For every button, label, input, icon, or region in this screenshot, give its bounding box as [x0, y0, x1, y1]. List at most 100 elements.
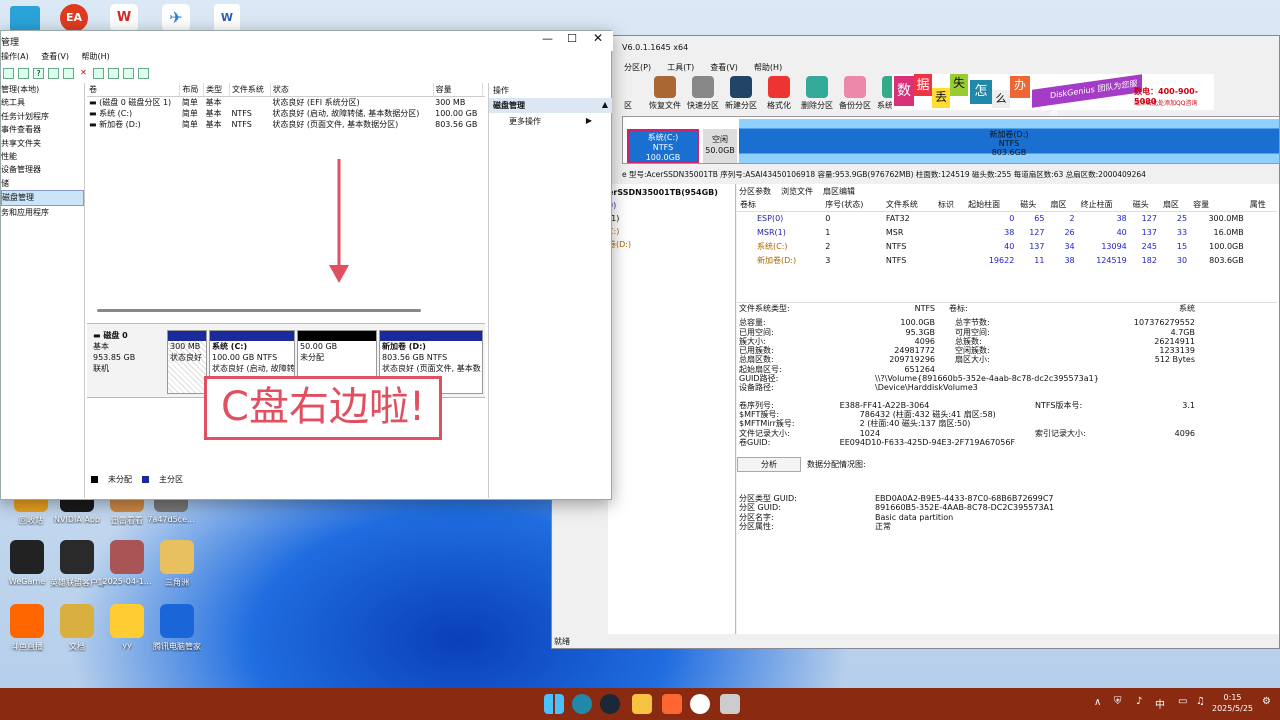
- maximize-icon[interactable]: ☐: [567, 32, 577, 45]
- folder-icon[interactable]: [3, 68, 14, 79]
- check-icon[interactable]: [93, 68, 104, 79]
- start-icon[interactable]: [544, 694, 564, 714]
- column-header[interactable]: 磁头: [1017, 198, 1048, 212]
- desktop-icon[interactable]: 2025-04-1...: [100, 540, 154, 586]
- table-row[interactable]: ESP(0) 0 FAT32 0 65 2 38 127 25 300.0MB: [737, 212, 1277, 227]
- column-header[interactable]: 可用: [482, 83, 485, 97]
- network-icon[interactable]: ▭: [1178, 696, 1187, 707]
- column-header[interactable]: 卷标: [737, 198, 823, 212]
- dg-tool-button[interactable]: 备份分区: [836, 76, 874, 111]
- wps-icon[interactable]: W: [110, 4, 138, 32]
- ime-indicator[interactable]: 中: [1155, 696, 1165, 711]
- column-header[interactable]: 扇区: [1047, 198, 1078, 212]
- dm-menu-help[interactable]: 帮助(H): [82, 52, 110, 61]
- volume-icon[interactable]: ♫: [1196, 696, 1205, 707]
- column-header[interactable]: 终止柱面: [1077, 198, 1130, 212]
- partition-efi[interactable]: 300 MB 状态良好: [167, 330, 207, 394]
- properties-icon[interactable]: [138, 68, 149, 79]
- dg-tree-item[interactable]: (1): [608, 212, 735, 225]
- mic-icon[interactable]: ♪: [1136, 696, 1142, 707]
- diskgenius-task-icon[interactable]: [720, 694, 740, 714]
- dg-tree-item[interactable]: 0): [608, 199, 735, 212]
- column-header[interactable]: 类型: [203, 83, 230, 97]
- column-header[interactable]: 起始柱面: [965, 198, 1018, 212]
- refresh-icon[interactable]: [123, 68, 134, 79]
- tree-item[interactable]: 共享文件夹: [1, 137, 84, 150]
- tab-sector-edit[interactable]: 扇区编辑: [823, 186, 855, 198]
- help-icon[interactable]: ?: [33, 68, 44, 79]
- bird-icon[interactable]: ✈: [162, 4, 190, 32]
- dg-tool-button[interactable]: 格式化: [760, 76, 798, 111]
- dg-map-part-c[interactable]: 系统(C:) NTFS 100.0GB: [627, 129, 699, 163]
- tree-item[interactable]: 磁盘管理: [1, 190, 84, 206]
- dg-tree-disk[interactable]: erSSDN35001TB(954GB): [608, 186, 735, 199]
- close-icon[interactable]: ✕: [593, 31, 603, 45]
- tree-item[interactable]: 事件查看器: [1, 123, 84, 136]
- tray-chevron-icon[interactable]: ∧: [1094, 697, 1101, 708]
- tree-item[interactable]: 性能: [1, 150, 84, 163]
- desktop-icon[interactable]: 英雄联盟客户端: [50, 540, 104, 588]
- desktop-icon-1[interactable]: [10, 6, 40, 32]
- disk0-label[interactable]: ▬ 磁盘 0 基本 953.85 GB 联机: [93, 330, 163, 374]
- notification-icon[interactable]: ⚙: [1262, 696, 1271, 707]
- table-row[interactable]: ▬ 新加卷 (D:) 简单 基本 NTFS 状态良好 (页面文件, 基本数据分区) 803…: [87, 119, 485, 130]
- tab-partition-params[interactable]: 分区参数: [739, 186, 771, 198]
- table-row[interactable]: 新加卷(D:) 3 NTFS 19622 11 38 124519 182 30 803.6GB: [737, 254, 1277, 268]
- export-icon[interactable]: [108, 68, 119, 79]
- dg-map-free[interactable]: 空闲 50.0GB: [703, 129, 737, 163]
- column-header[interactable]: 磁头: [1129, 198, 1160, 212]
- minimize-icon[interactable]: —: [542, 32, 553, 45]
- desktop-icon[interactable]: 三角洲: [150, 540, 204, 588]
- tree-item[interactable]: 管理(本地): [1, 83, 84, 96]
- desktop-icon[interactable]: yy: [100, 604, 154, 650]
- tree-item[interactable]: 储: [1, 177, 84, 190]
- explorer-icon[interactable]: [632, 694, 652, 714]
- key-icon[interactable]: [63, 68, 74, 79]
- dg-tree-item[interactable]: 卷(D:): [608, 238, 735, 251]
- dg-tool-button[interactable]: 区: [620, 76, 636, 111]
- clock[interactable]: 0:15 2025/5/25: [1212, 692, 1253, 714]
- table-row[interactable]: ▬ 系统 (C:) 简单 基本 NTFS 状态良好 (启动, 故障转储, 基本数据分区)…: [87, 108, 485, 119]
- shield-icon[interactable]: ⛨: [1114, 696, 1122, 707]
- column-header[interactable]: 文件系统: [882, 198, 935, 212]
- tree-item[interactable]: 设备管理器: [1, 163, 84, 176]
- column-header[interactable]: 容量: [433, 83, 484, 97]
- column-header[interactable]: 卷: [87, 83, 181, 97]
- ops-more-actions[interactable]: 更多操作 ▶: [489, 113, 612, 130]
- column-header[interactable]: 扇区: [1159, 198, 1191, 212]
- disk-management-window[interactable]: 管理 — ☐ ✕ 操作(A) 查看(V) 帮助(H) ? ✕ 管理(本地) 统工具任…: [0, 30, 613, 500]
- analyze-button[interactable]: 分析: [737, 457, 801, 473]
- column-header[interactable]: 状态: [270, 83, 434, 97]
- ea-icon[interactable]: EA: [60, 4, 88, 32]
- word-icon[interactable]: W: [214, 4, 240, 32]
- dm-menu-view[interactable]: 查看(V): [41, 52, 69, 61]
- horizontal-scrollbar[interactable]: [97, 309, 421, 312]
- dg-ad-banner[interactable]: 数 据 丢 失 怎 么 办 DiskGenius 团队为您服务 数电：400-9…: [892, 74, 1214, 118]
- qq-icon[interactable]: [690, 694, 710, 714]
- desktop-icon[interactable]: WeGame: [0, 540, 54, 586]
- dg-menu-tools[interactable]: 工具(T): [667, 62, 694, 73]
- app-g-icon[interactable]: [662, 694, 682, 714]
- dg-tool-button[interactable]: 删除分区: [798, 76, 836, 111]
- column-header[interactable]: 属性: [1246, 198, 1277, 212]
- column-header[interactable]: 标识: [935, 198, 966, 212]
- dg-menu-view[interactable]: 查看(V): [710, 62, 738, 73]
- column-header[interactable]: 布局: [179, 83, 205, 97]
- tree-item[interactable]: 统工具: [1, 96, 84, 109]
- column-header[interactable]: 文件系统: [229, 83, 271, 97]
- tree-item[interactable]: 任务计划程序: [1, 110, 84, 123]
- dg-menu-partition[interactable]: 分区(P): [624, 62, 651, 73]
- table-row[interactable]: MSR(1) 1 MSR 38 127 26 40 137 33 16.0MB: [737, 226, 1277, 240]
- dg-tree-item[interactable]: C:): [608, 225, 735, 238]
- delete-icon[interactable]: ✕: [78, 68, 89, 79]
- tree-item[interactable]: 务和应用程序: [1, 206, 84, 219]
- table-row[interactable]: ▬ (磁盘 0 磁盘分区 1) 简单 基本 状态良好 (EFI 系统分区) 300 MB…: [87, 97, 485, 109]
- edge-icon[interactable]: [572, 694, 592, 714]
- diskgenius-window[interactable]: V6.0.1.1645 x64 分区(P) 工具(T) 查看(V) 帮助(H) …: [551, 35, 1280, 649]
- column-header[interactable]: 容量: [1190, 198, 1247, 212]
- list-icon[interactable]: [48, 68, 59, 79]
- dg-tool-button[interactable]: 快速分区: [684, 76, 722, 111]
- column-header[interactable]: 序号(状态): [822, 198, 883, 212]
- ops-section[interactable]: 磁盘管理 ▲: [489, 98, 612, 113]
- tab-browse-files[interactable]: 浏览文件: [781, 186, 813, 198]
